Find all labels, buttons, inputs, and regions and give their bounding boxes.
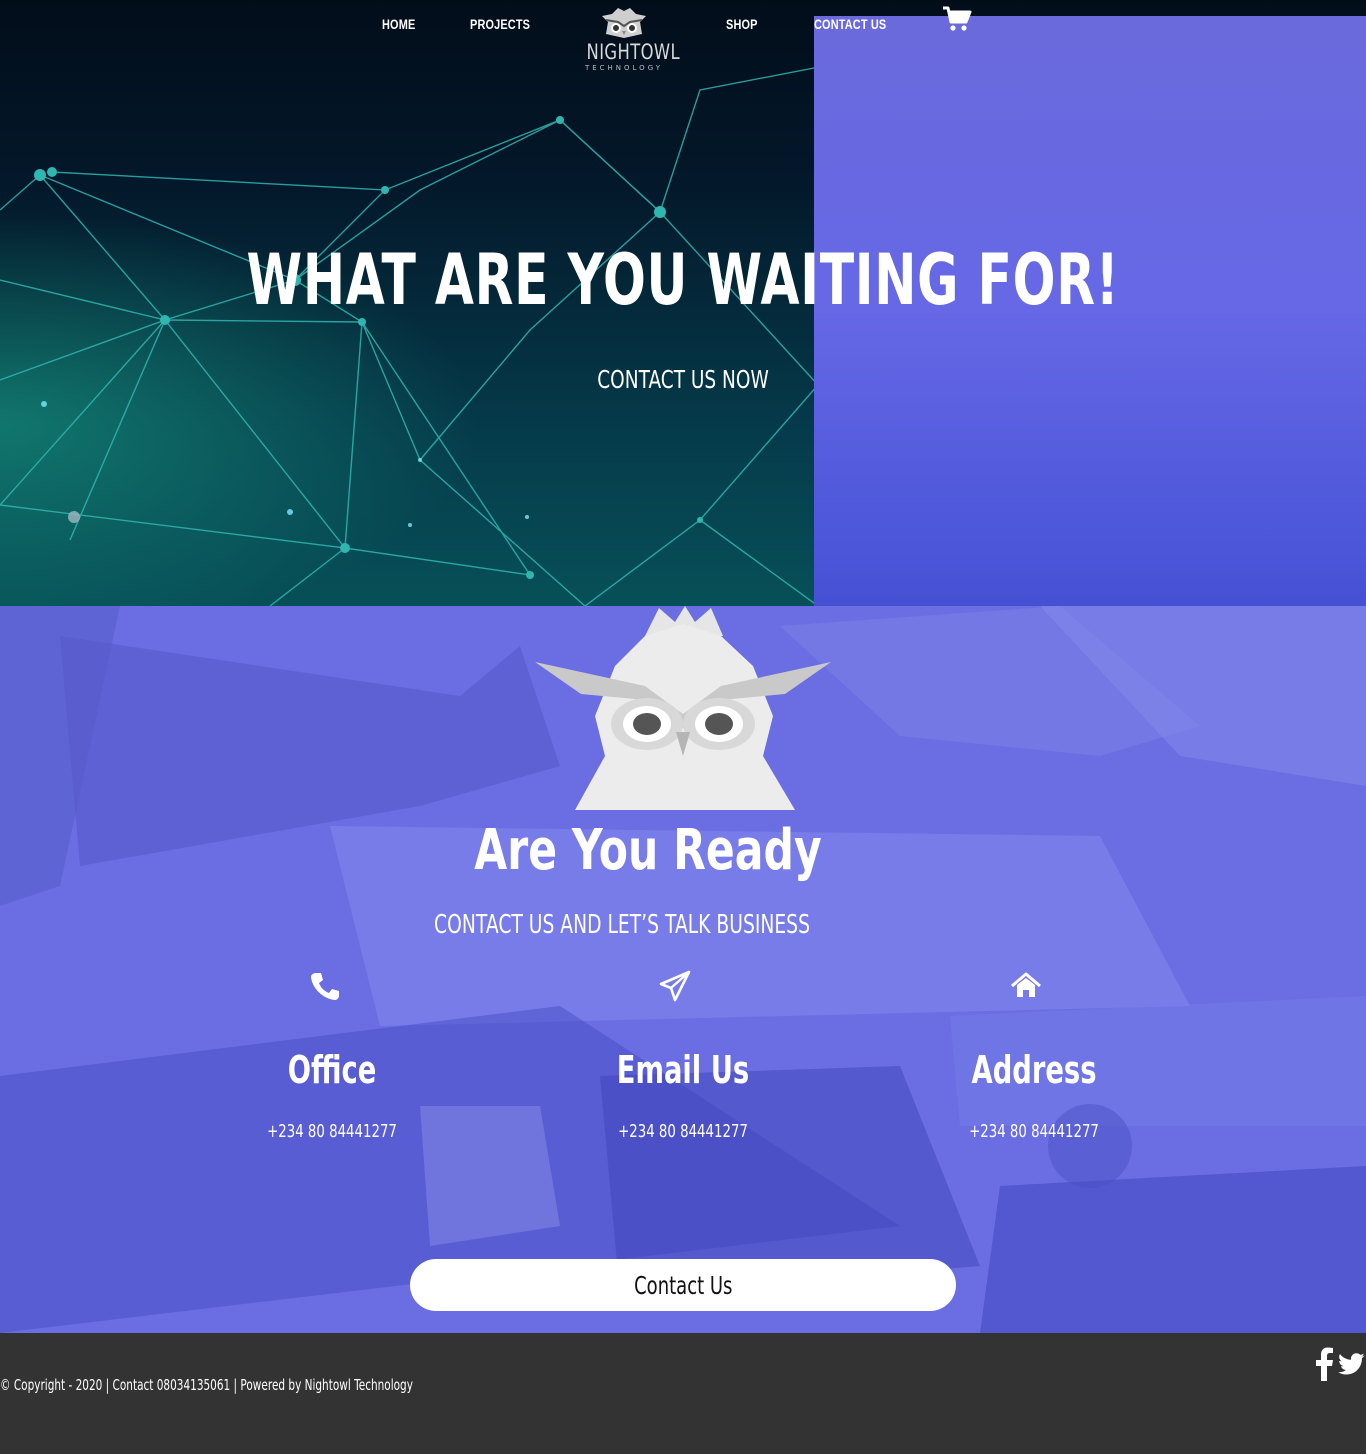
phone-icon <box>311 973 339 1000</box>
owl-logo-icon <box>602 8 646 38</box>
nav-link-projects[interactable]: PROJECTS <box>470 16 530 32</box>
email-title: Email Us <box>616 1048 750 1092</box>
email-value[interactable]: +234 80 84441277 <box>572 1120 794 1144</box>
logo-name: NIGHTOWL <box>586 40 681 64</box>
hero-section: HOME PROJECTS SHOP CONTACT US NIGHTOWL T… <box>0 0 1366 606</box>
page-footer: © Copyright - 2020 | Contact 08034135061… <box>0 1333 1366 1454</box>
paper-plane-icon <box>659 970 691 1002</box>
contact-us-button-label: Contact Us <box>633 1270 733 1300</box>
site-logo[interactable]: NIGHTOWL TECHNOLOGY <box>576 4 681 80</box>
address-value[interactable]: +234 80 84441277 <box>923 1120 1145 1144</box>
office-column: Office +234 80 84441277 <box>182 970 482 1144</box>
address-title: Address <box>971 1048 1097 1092</box>
section-title: Are You Ready <box>474 818 822 883</box>
nav-link-shop[interactable]: SHOP <box>726 16 758 32</box>
contact-us-now-link[interactable]: CONTACT US NOW <box>178 364 1189 396</box>
logo-subtitle: TECHNOLOGY <box>584 64 664 72</box>
office-title: Office <box>287 1048 377 1092</box>
address-column: Address +234 80 84441277 <box>884 970 1184 1144</box>
contact-us-button[interactable]: Contact Us <box>410 1259 956 1311</box>
twitter-icon[interactable] <box>1336 1347 1366 1381</box>
top-navigation: HOME PROJECTS SHOP CONTACT US NIGHTOWL T… <box>0 0 1366 606</box>
facebook-icon[interactable] <box>1314 1347 1334 1381</box>
email-column: Email Us +234 80 84441277 <box>533 970 833 1144</box>
hero-title: WHAT ARE YOU WAITING FOR! <box>246 239 1120 321</box>
nav-link-home[interactable]: HOME <box>382 16 415 32</box>
shopping-cart-icon[interactable] <box>942 6 972 32</box>
owl-mascot-image <box>535 606 831 810</box>
office-phone[interactable]: +234 80 84441277 <box>221 1120 443 1144</box>
contact-section: Are You Ready CONTACT US AND LET’S TALK … <box>0 606 1366 1333</box>
home-icon <box>1011 972 1041 997</box>
footer-copyright: © Copyright - 2020 | Contact 08034135061… <box>0 1376 413 1394</box>
section-subtitle: CONTACT US AND LET’S TALK BUSINESS <box>434 910 810 940</box>
